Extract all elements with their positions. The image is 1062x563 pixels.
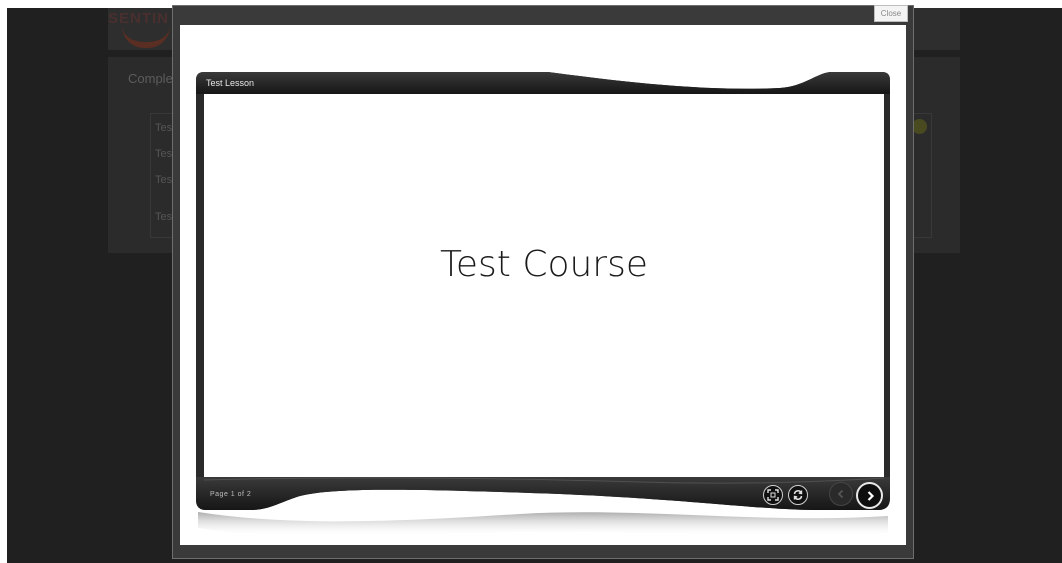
next-page-button[interactable] xyxy=(856,482,883,509)
refresh-icon xyxy=(793,490,803,500)
slide-area: Test Course xyxy=(204,94,884,477)
page-indicator: Page 1 of 2 xyxy=(210,491,252,498)
chevron-right-icon xyxy=(867,490,874,501)
lesson-title: Test Lesson xyxy=(206,78,255,88)
slide-title: Test Course xyxy=(439,244,649,285)
fullscreen-icon xyxy=(767,489,779,501)
title-bar xyxy=(196,72,890,94)
fullscreen-button[interactable] xyxy=(763,485,783,505)
previous-page-button[interactable] xyxy=(829,482,853,506)
player-shadow xyxy=(198,512,888,537)
chevron-left-icon xyxy=(837,489,844,499)
replay-button[interactable] xyxy=(788,485,808,505)
